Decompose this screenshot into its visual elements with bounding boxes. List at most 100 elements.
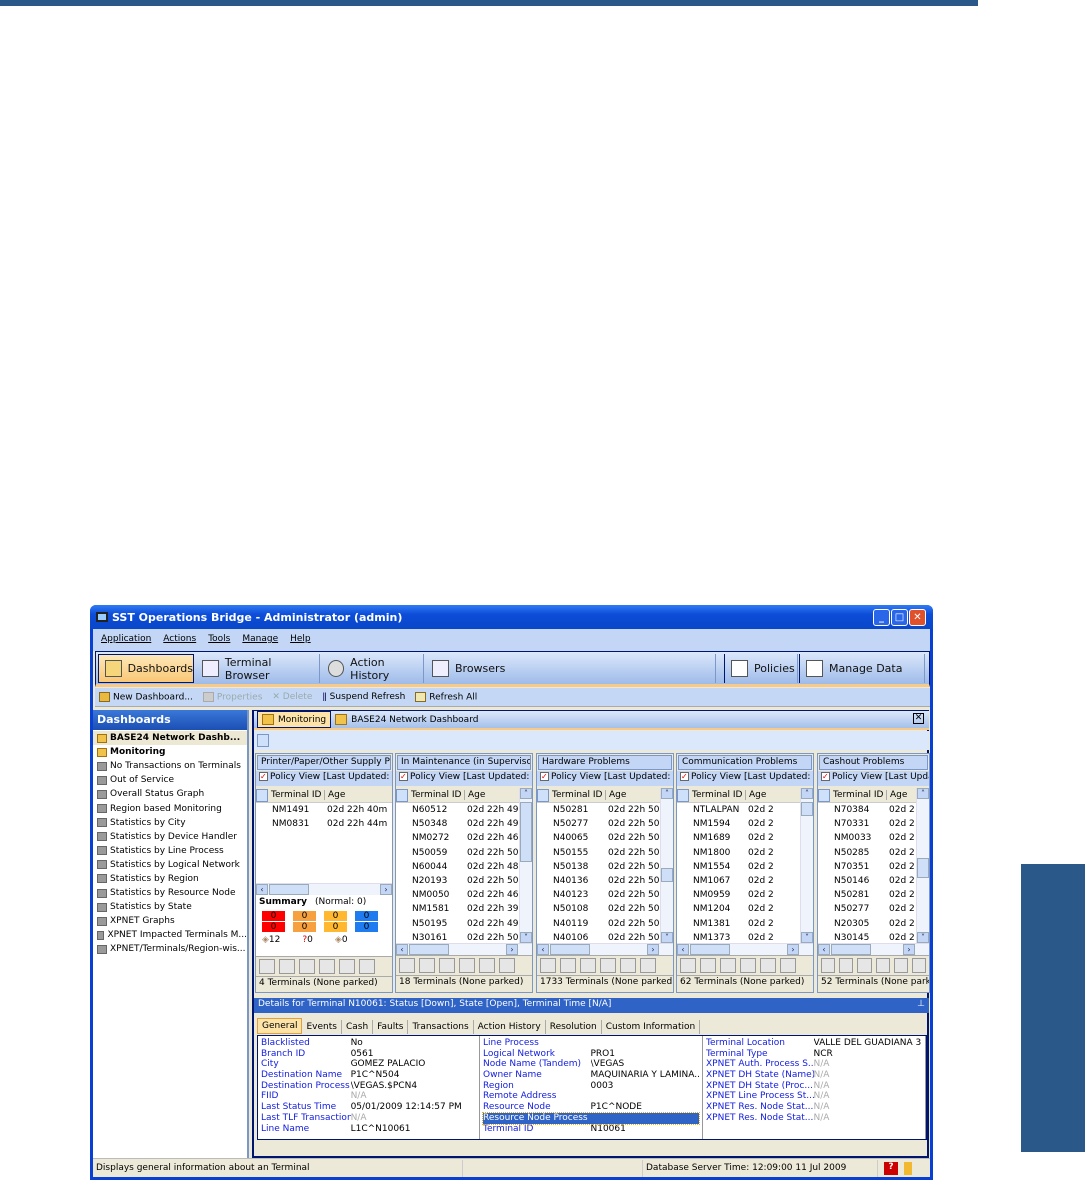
- calendar-icon[interactable]: [821, 958, 836, 973]
- scroll-down-icon[interactable]: ˅: [801, 932, 813, 943]
- calendar-icon[interactable]: [259, 959, 275, 974]
- table-row[interactable]: N40065 02d 22h 50m: [537, 831, 673, 845]
- table-row[interactable]: N40123 02d 22h 50m: [537, 888, 673, 902]
- tab-resolution[interactable]: Resolution: [545, 1020, 602, 1034]
- move-icon[interactable]: [279, 959, 295, 974]
- table-row[interactable]: N30145 02d 2: [818, 931, 929, 943]
- horizontal-scrollbar[interactable]: ‹ ›: [818, 943, 929, 955]
- scroll-thumb[interactable]: [661, 868, 673, 882]
- sidebar-item[interactable]: Statistics by City: [93, 816, 247, 830]
- panel-title[interactable]: In Maintenance (in Supervisor ...: [397, 755, 531, 770]
- column-terminal-id[interactable]: Terminal ID: [552, 790, 605, 800]
- columns-icon[interactable]: [257, 734, 269, 747]
- table-row[interactable]: N40106 02d 22h 50m: [537, 931, 673, 943]
- details-row[interactable]: XPNET DH State (Name) N/A: [706, 1070, 922, 1081]
- pin-icon[interactable]: ⊥: [917, 999, 925, 1009]
- scroll-thumb[interactable]: [831, 944, 871, 955]
- sidebar-item[interactable]: Statistics by Resource Node: [93, 886, 247, 900]
- details-row[interactable]: XPNET Line Process St... N/A: [706, 1091, 922, 1102]
- tab-action-history[interactable]: Action History: [473, 1020, 546, 1034]
- policy-view-checkbox[interactable]: ✓Policy View [Last Updated: 05:: [256, 771, 392, 786]
- park-icon[interactable]: [499, 958, 515, 973]
- park-icon[interactable]: [911, 958, 927, 973]
- checkbox-icon[interactable]: ✓: [399, 772, 408, 781]
- clock-icon[interactable]: [459, 958, 475, 973]
- calendar-icon[interactable]: [399, 958, 415, 973]
- table-row[interactable]: N50285 02d 2: [818, 846, 929, 860]
- vertical-scrollbar[interactable]: ˄ ˅: [916, 788, 929, 943]
- move-icon[interactable]: [419, 958, 435, 973]
- checkbox-icon[interactable]: ✓: [259, 772, 268, 781]
- park-icon[interactable]: [780, 958, 796, 973]
- column-age[interactable]: Age: [745, 790, 766, 800]
- summary-cell[interactable]: 0: [324, 922, 347, 932]
- scroll-down-icon[interactable]: ˅: [661, 932, 673, 943]
- scroll-up-icon[interactable]: ˄: [917, 788, 929, 799]
- panel-title[interactable]: Communication Problems: [678, 755, 812, 770]
- details-row[interactable]: Resource Node Process: [482, 1111, 700, 1125]
- windows-icon[interactable]: [857, 958, 872, 973]
- table-row[interactable]: N60044 02d 22h 48m: [396, 860, 532, 874]
- column-age[interactable]: Age: [324, 790, 345, 800]
- new-dashboard-button[interactable]: New Dashboard...: [99, 691, 193, 702]
- column-chooser-icon[interactable]: [818, 788, 830, 802]
- checkbox-icon[interactable]: ✓: [821, 772, 830, 781]
- details-row[interactable]: XPNET Auth. Process S... N/A: [706, 1059, 922, 1070]
- column-age[interactable]: Age: [464, 790, 485, 800]
- panel-title[interactable]: Printer/Paper/Other Supply Pro...: [257, 755, 391, 770]
- summary-cell[interactable]: 0: [355, 922, 378, 932]
- table-row[interactable]: N50348 02d 22h 49m: [396, 817, 532, 831]
- details-row[interactable]: Resource Node P1C^NODE: [483, 1102, 699, 1113]
- tab-general[interactable]: General: [257, 1018, 303, 1034]
- details-row[interactable]: Blacklisted No: [261, 1038, 476, 1049]
- details-row[interactable]: City GOMEZ PALACIO: [261, 1059, 476, 1070]
- sidebar-item[interactable]: Monitoring: [93, 745, 247, 759]
- summary-cell[interactable]: 0: [262, 911, 285, 921]
- sidebar-item[interactable]: Statistics by State: [93, 900, 247, 914]
- summary-cell[interactable]: 0: [293, 911, 316, 921]
- table-row[interactable]: N70384 02d 2: [818, 803, 929, 817]
- scroll-thumb[interactable]: [269, 884, 309, 895]
- windows-icon[interactable]: [580, 958, 596, 973]
- horizontal-scrollbar[interactable]: ‹ ›: [677, 943, 813, 955]
- scroll-down-icon[interactable]: ˅: [520, 932, 532, 943]
- database-icon[interactable]: [904, 1161, 912, 1175]
- tab-events[interactable]: Events: [302, 1020, 342, 1034]
- edit-icon[interactable]: [893, 958, 908, 973]
- sidebar-item[interactable]: XPNET/Terminals/Region-wis...: [93, 942, 247, 956]
- column-age[interactable]: Age: [605, 790, 626, 800]
- table-row[interactable]: N60512 02d 22h 49m: [396, 803, 532, 817]
- edit-icon[interactable]: [760, 958, 776, 973]
- scroll-right-icon[interactable]: ›: [380, 884, 392, 895]
- table-row[interactable]: NM0050 02d 22h 46m: [396, 888, 532, 902]
- menu-manage[interactable]: Manage: [242, 634, 278, 651]
- sidebar-item[interactable]: BASE24 Network Dashb...: [93, 731, 247, 746]
- table-row[interactable]: N40136 02d 22h 50m: [537, 874, 673, 888]
- toolbar-browsers[interactable]: Browsers: [426, 654, 716, 683]
- scroll-right-icon[interactable]: ›: [506, 944, 518, 955]
- scroll-left-icon[interactable]: ‹: [818, 944, 830, 955]
- table-row[interactable]: N30161 02d 22h 50m: [396, 931, 532, 943]
- scroll-thumb[interactable]: [409, 944, 449, 955]
- scroll-up-icon[interactable]: ˄: [801, 788, 813, 799]
- details-row[interactable]: XPNET DH State (Proc... N/A: [706, 1081, 922, 1092]
- clock-icon[interactable]: [740, 958, 756, 973]
- table-row[interactable]: N50277 02d 2: [818, 902, 929, 916]
- summary-cell[interactable]: 0: [355, 911, 378, 921]
- details-row[interactable]: Region 0003: [483, 1081, 699, 1092]
- refresh-all-button[interactable]: Refresh All: [415, 691, 477, 702]
- clock-icon[interactable]: [600, 958, 616, 973]
- table-row[interactable]: N20193 02d 22h 50m: [396, 874, 532, 888]
- checkbox-icon[interactable]: ✓: [680, 772, 689, 781]
- toolbar-action-history[interactable]: Action History: [322, 654, 424, 683]
- help-icon[interactable]: ?: [884, 1161, 898, 1175]
- table-row[interactable]: NM0033 02d 2: [818, 831, 929, 845]
- details-row[interactable]: Destination Name P1C^N504: [261, 1070, 476, 1081]
- tab-cash[interactable]: Cash: [341, 1020, 374, 1034]
- details-row[interactable]: FIID N/A: [261, 1091, 476, 1102]
- tab-base24[interactable]: BASE24 Network Dashboard: [331, 711, 482, 728]
- details-row[interactable]: Terminal ID N10061: [483, 1124, 699, 1135]
- table-row[interactable]: N50155 02d 22h 50m: [537, 846, 673, 860]
- table-row[interactable]: NM0831 02d 22h 44m: [256, 817, 392, 831]
- table-row[interactable]: NM1594 02d 2: [677, 817, 813, 831]
